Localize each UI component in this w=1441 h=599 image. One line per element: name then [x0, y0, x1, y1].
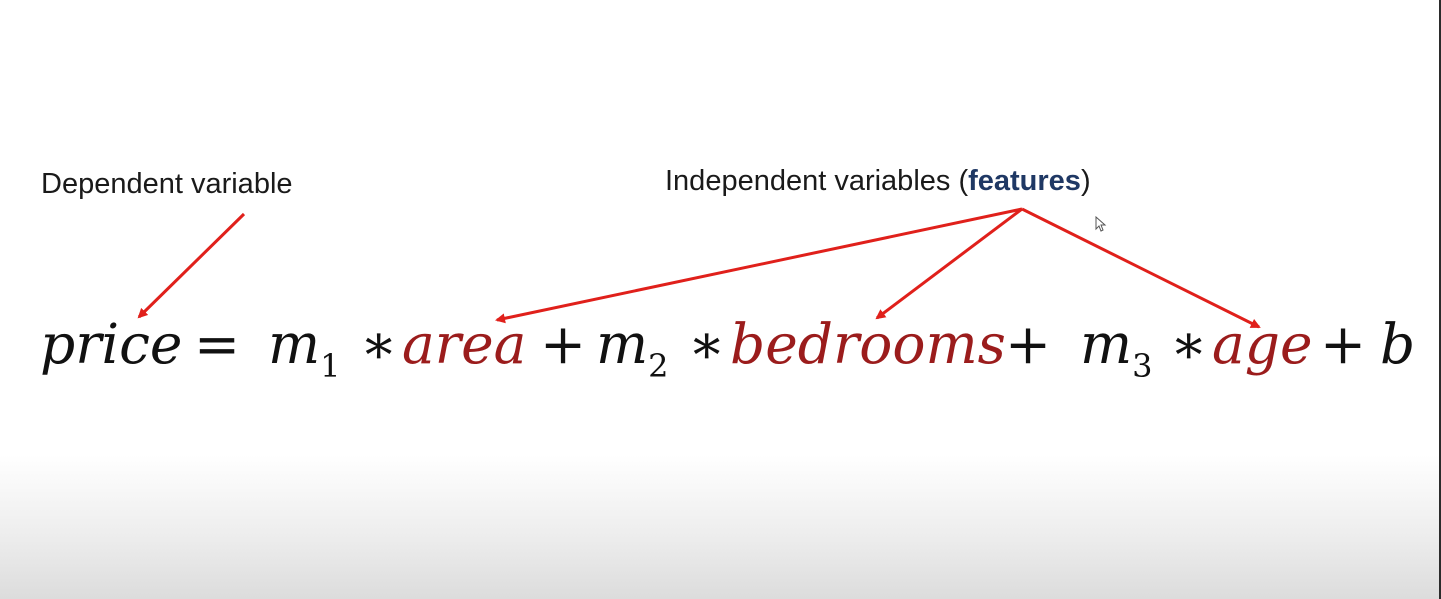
arrow-to-age [1021, 207, 1261, 329]
m1-subscript: 1 [320, 347, 341, 385]
m1-letter: m [268, 312, 321, 376]
multiply-sign-2: ∗ [688, 312, 726, 376]
arrow-to-area [495, 207, 1023, 324]
plus-sign-2: + [1005, 312, 1052, 376]
plus-sign-3: + [1320, 312, 1367, 376]
arrow-to-price [137, 212, 246, 319]
equals-sign: = [194, 312, 241, 376]
coefficient-m3: m3 [1080, 312, 1153, 385]
coefficient-m1: m1 [268, 312, 341, 385]
mouse-pointer-icon [1095, 216, 1107, 232]
feature-bedrooms: bedrooms [730, 312, 1006, 376]
m3-letter: m [1080, 312, 1133, 376]
intercept-b: b [1380, 312, 1416, 376]
m2-letter: m [596, 312, 649, 376]
annotation-arrows [137, 207, 1261, 329]
multiply-sign-3: ∗ [1170, 312, 1208, 376]
m2-subscript: 2 [648, 347, 669, 385]
plus-sign-1: + [540, 312, 587, 376]
multiply-sign-1: ∗ [360, 312, 398, 376]
feature-age: age [1212, 312, 1313, 376]
m3-subscript: 3 [1132, 347, 1153, 385]
coefficient-m2: m2 [596, 312, 669, 385]
feature-area: area [402, 312, 527, 376]
price-term: price [40, 312, 183, 376]
